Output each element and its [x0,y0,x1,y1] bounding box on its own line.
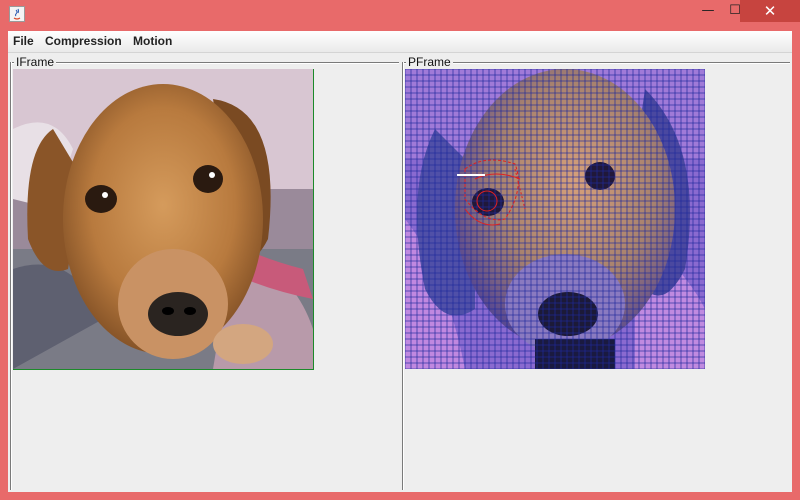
panel-border-top [402,62,790,64]
iframe-image [13,69,314,370]
menu-bar: File Compression Motion [8,31,792,53]
minimize-button[interactable]: — [695,0,721,22]
iframe-panel: IFrame [10,54,399,490]
menu-file[interactable]: File [13,34,34,48]
pframe-title: PFrame [406,55,453,69]
minimize-icon: — [701,3,715,18]
close-icon: ✕ [763,2,777,20]
iframe-title: IFrame [14,55,57,69]
pframe-panel: PFrame [402,54,790,490]
panel-border-left [402,62,404,490]
menu-motion[interactable]: Motion [133,34,172,48]
menu-compression[interactable]: Compression [45,34,122,48]
panel-border-left [10,62,12,490]
title-bar: — ☐ ✕ [0,0,800,30]
panel-border-top [10,62,399,64]
close-button[interactable]: ✕ [740,0,800,22]
window-client-area: File Compression Motion IFrame PFrame [8,31,792,492]
pframe-image [405,69,705,369]
java-app-icon [9,6,25,22]
